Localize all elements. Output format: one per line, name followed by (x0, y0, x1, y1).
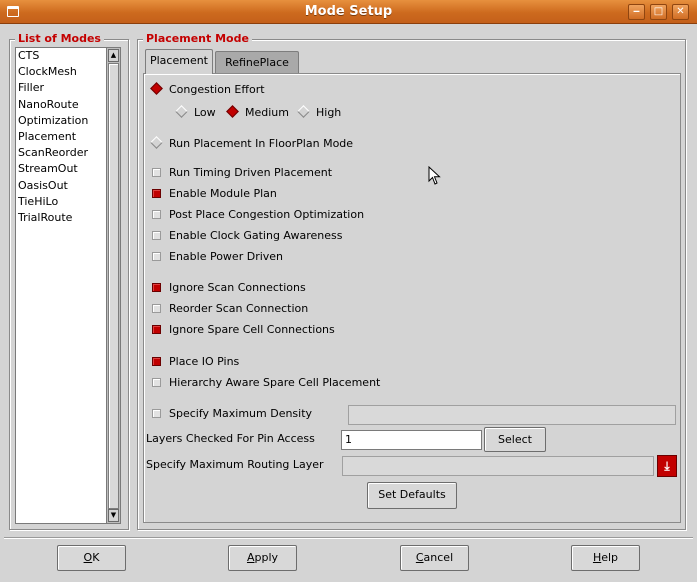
max-routing-input[interactable] (342, 456, 654, 476)
place-io-checkbox-row[interactable]: Place IO Pins (152, 354, 239, 370)
max-routing-label: Specify Maximum Routing Layer (146, 458, 324, 471)
scroll-up-arrow-icon[interactable]: ▲ (108, 49, 119, 62)
floorplan-mode-option[interactable]: Run Placement In FloorPlan Mode (150, 136, 354, 152)
reorder-scan-checkbox-row[interactable]: Reorder Scan Connection (152, 301, 308, 317)
congestion-effort-option[interactable]: Congestion Effort (150, 82, 265, 98)
apply-button[interactable]: Apply (228, 545, 297, 571)
module-plan-checkbox[interactable] (152, 189, 161, 198)
tab-placement[interactable]: Placement (145, 49, 213, 74)
effort-medium-option[interactable]: Medium (226, 105, 289, 121)
reorder-scan-label: Reorder Scan Connection (169, 302, 309, 315)
timing-driven-checkbox-row[interactable]: Run Timing Driven Placement (152, 165, 332, 181)
mode-item-nanoroute[interactable]: NanoRoute (16, 97, 106, 113)
module-plan-checkbox-row[interactable]: Enable Module Plan (152, 186, 277, 202)
mode-item-placement[interactable]: Placement (16, 129, 106, 145)
hierarchy-spare-label: Hierarchy Aware Spare Cell Placement (169, 376, 381, 389)
reorder-scan-checkbox[interactable] (152, 304, 161, 313)
max-density-checkbox-row[interactable]: Specify Maximum Density (152, 406, 312, 422)
effort-high-radio[interactable] (297, 105, 310, 118)
max-density-checkbox[interactable] (152, 409, 161, 418)
mode-item-filler[interactable]: Filler (16, 80, 106, 96)
scrollbar-thumb[interactable] (108, 63, 119, 509)
hierarchy-spare-checkbox[interactable] (152, 378, 161, 387)
timing-driven-checkbox[interactable] (152, 168, 161, 177)
effort-low-radio[interactable] (175, 105, 188, 118)
placement-mode-title: Placement Mode (143, 32, 252, 46)
close-icon[interactable]: ✕ (672, 4, 689, 20)
module-plan-label: Enable Module Plan (169, 187, 277, 200)
mode-setup-window: Mode Setup ‒ □ ✕ List of Modes CTS Clock… (0, 0, 697, 582)
clock-gating-checkbox[interactable] (152, 231, 161, 240)
ignore-spare-checkbox-row[interactable]: Ignore Spare Cell Connections (152, 322, 335, 338)
mode-item-clockmesh[interactable]: ClockMesh (16, 64, 106, 80)
max-density-label: Specify Maximum Density (169, 407, 313, 420)
ignore-spare-checkbox[interactable] (152, 325, 161, 334)
congestion-effort-label: Congestion Effort (169, 83, 265, 96)
mode-item-scanreorder[interactable]: ScanReorder (16, 145, 106, 161)
power-driven-label: Enable Power Driven (169, 250, 284, 263)
place-io-checkbox[interactable] (152, 357, 161, 366)
clock-gating-checkbox-row[interactable]: Enable Clock Gating Awareness (152, 228, 343, 244)
mouse-cursor-icon (428, 166, 441, 185)
ignore-scan-checkbox[interactable] (152, 283, 161, 292)
mode-list-scrollbar[interactable]: ▲ ▼ (107, 47, 121, 524)
cancel-button[interactable]: Cancel (400, 545, 469, 571)
floorplan-mode-label: Run Placement In FloorPlan Mode (169, 137, 354, 150)
timing-driven-label: Run Timing Driven Placement (169, 166, 333, 179)
effort-high-option[interactable]: High (297, 105, 342, 121)
set-defaults-button[interactable]: Set Defaults (367, 482, 457, 509)
help-button[interactable]: Help (571, 545, 640, 571)
ignore-scan-checkbox-row[interactable]: Ignore Scan Connections (152, 280, 306, 296)
congestion-opt-checkbox[interactable] (152, 210, 161, 219)
effort-medium-label: Medium (245, 106, 289, 119)
congestion-opt-checkbox-row[interactable]: Post Place Congestion Optimization (152, 207, 364, 223)
effort-low-option[interactable]: Low (175, 105, 216, 121)
mode-item-tiehilo[interactable]: TieHiLo (16, 194, 106, 210)
congestion-effort-radio[interactable] (150, 82, 163, 95)
pin-access-input[interactable]: 1 (341, 430, 482, 450)
modes-group-title: List of Modes (15, 32, 104, 46)
window-title: Mode Setup (304, 4, 393, 19)
hierarchy-spare-checkbox-row[interactable]: Hierarchy Aware Spare Cell Placement (152, 375, 380, 391)
congestion-opt-label: Post Place Congestion Optimization (169, 208, 365, 221)
mode-item-oasisout[interactable]: OasisOut (16, 178, 106, 194)
ignore-scan-label: Ignore Scan Connections (169, 281, 306, 294)
power-driven-checkbox[interactable] (152, 252, 161, 261)
effort-high-label: High (316, 106, 342, 119)
maximize-icon[interactable]: □ (650, 4, 667, 20)
title-bar[interactable]: Mode Setup ‒ □ ✕ (0, 0, 697, 24)
scroll-down-arrow-icon[interactable]: ▼ (108, 509, 119, 522)
clock-gating-label: Enable Clock Gating Awareness (169, 229, 343, 242)
dropdown-arrow-icon[interactable]: ⤓ (657, 455, 677, 477)
mode-item-cts[interactable]: CTS (16, 48, 106, 64)
ok-button[interactable]: OK (57, 545, 126, 571)
ignore-spare-label: Ignore Spare Cell Connections (169, 323, 335, 336)
effort-low-label: Low (194, 106, 216, 119)
pin-access-label: Layers Checked For Pin Access (146, 432, 315, 445)
tab-refineplace[interactable]: RefinePlace (215, 51, 299, 74)
mode-item-streamout[interactable]: StreamOut (16, 161, 106, 177)
max-density-input[interactable] (348, 405, 676, 425)
floorplan-mode-radio[interactable] (150, 136, 163, 149)
mode-item-optimization[interactable]: Optimization (16, 113, 106, 129)
mode-item-trialroute[interactable]: TrialRoute (16, 210, 106, 226)
power-driven-checkbox-row[interactable]: Enable Power Driven (152, 249, 283, 265)
select-button[interactable]: Select (484, 427, 546, 452)
minimize-icon[interactable]: ‒ (628, 4, 645, 20)
effort-medium-radio[interactable] (226, 105, 239, 118)
mode-list[interactable]: CTS ClockMesh Filler NanoRoute Optimizat… (15, 47, 107, 524)
place-io-label: Place IO Pins (169, 355, 240, 368)
